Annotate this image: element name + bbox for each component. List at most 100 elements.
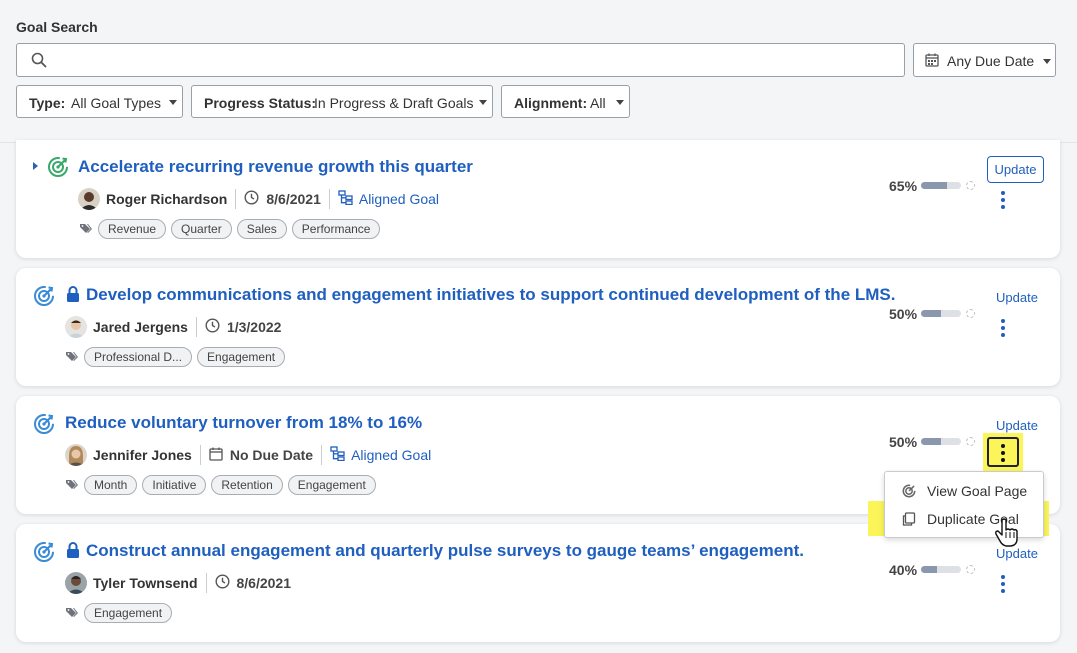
progress-bar xyxy=(921,310,961,317)
progress-status-filter-value: In Progress & Draft Goals xyxy=(314,95,474,111)
aligned-goal-link[interactable]: Aligned Goal xyxy=(359,191,439,207)
tag[interactable]: Revenue xyxy=(98,219,167,239)
goal-due-date: 1/3/2022 xyxy=(226,319,282,335)
goal-card: Accelerate recurring revenue growth this… xyxy=(16,140,1060,258)
type-filter-value: All Goal Types xyxy=(71,95,162,111)
avatar xyxy=(78,188,100,210)
goal-actions-menu: View Goal Page Duplicate Goal xyxy=(884,471,1044,538)
goal-search-panel: Goal Search Any Due Date Type: All Goal … xyxy=(0,0,1077,143)
tag[interactable]: Month xyxy=(84,475,138,495)
goal-owner[interactable]: Roger Richardson xyxy=(106,191,227,207)
duplicate-icon xyxy=(902,512,916,529)
progress-bar-fill xyxy=(921,566,937,573)
progress-bar-fill xyxy=(921,438,941,445)
chevron-down-icon xyxy=(479,100,487,105)
search-box[interactable] xyxy=(16,43,905,77)
divider xyxy=(235,189,237,209)
clock-icon xyxy=(244,190,259,208)
loading-spinner-icon xyxy=(966,181,975,190)
progress-percent: 65% xyxy=(889,178,918,194)
goal-target-icon xyxy=(902,484,916,501)
goal-meta: Jared Jergens 1/3/2022 xyxy=(65,315,281,339)
progress-status-filter[interactable]: Progress Status: In Progress & Draft Goa… xyxy=(191,85,493,118)
lock-icon xyxy=(66,286,80,302)
goal-title[interactable]: Develop communications and engagement in… xyxy=(86,285,895,305)
aligned-goal-link[interactable]: Aligned Goal xyxy=(351,447,431,463)
type-filter-label: Type: xyxy=(29,95,66,111)
tag[interactable]: Professional D... xyxy=(84,347,193,367)
update-button[interactable]: Update xyxy=(987,156,1044,183)
update-link[interactable]: Update xyxy=(996,418,1038,433)
progress-status-filter-label: Progress Status: xyxy=(204,95,317,111)
tag[interactable]: Engagement xyxy=(287,475,376,495)
goal-due-date: 8/6/2021 xyxy=(266,191,321,207)
avatar xyxy=(65,316,87,338)
more-options-button[interactable] xyxy=(987,437,1019,467)
update-link[interactable]: Update xyxy=(996,290,1038,305)
loading-spinner-icon xyxy=(966,437,975,446)
completed-goal-icon xyxy=(47,156,69,178)
goal-tags: Professional D... Engagement xyxy=(66,347,290,367)
search-title: Goal Search xyxy=(16,19,98,35)
divider xyxy=(199,445,201,465)
loading-spinner-icon xyxy=(966,565,975,574)
menu-item-view-goal-page[interactable]: View Goal Page xyxy=(885,477,1043,505)
chevron-down-icon xyxy=(616,100,624,105)
divider xyxy=(195,317,197,337)
goal-title[interactable]: Accelerate recurring revenue growth this… xyxy=(78,157,473,177)
tag-icon xyxy=(66,604,78,622)
goal-card: Develop communications and engagement in… xyxy=(16,268,1060,386)
goal-tags: Engagement xyxy=(66,603,177,623)
tag[interactable]: Initiative xyxy=(142,475,207,495)
tag-icon xyxy=(66,476,78,494)
chevron-down-icon xyxy=(169,100,177,105)
more-options-icon[interactable] xyxy=(998,443,1008,462)
alignment-tree-icon xyxy=(330,446,345,464)
alignment-filter-value: All xyxy=(590,95,606,111)
due-date-value: Any Due Date xyxy=(947,53,1035,69)
goal-card: Construct annual engagement and quarterl… xyxy=(16,524,1060,642)
progress-bar xyxy=(921,566,961,573)
search-input[interactable] xyxy=(57,44,897,76)
goal-due-date: 8/6/2021 xyxy=(236,575,292,591)
clock-icon xyxy=(214,574,230,592)
tag[interactable]: Performance xyxy=(291,219,381,239)
goal-title[interactable]: Reduce voluntary turnover from 18% to 16… xyxy=(65,413,422,433)
goal-target-icon xyxy=(33,541,55,563)
goal-due-date: No Due Date xyxy=(229,447,314,463)
goal-owner[interactable]: Tyler Townsend xyxy=(93,575,198,591)
avatar xyxy=(65,572,87,594)
divider xyxy=(328,189,330,209)
calendar-icon xyxy=(925,53,939,70)
tag[interactable]: Retention xyxy=(211,475,283,495)
tag[interactable]: Sales xyxy=(236,219,287,239)
progress-bar-fill xyxy=(921,182,947,189)
goal-meta: Roger Richardson 8/6/2021 Aligned Goal xyxy=(78,187,439,211)
progress-percent: 50% xyxy=(889,306,918,322)
goal-owner[interactable]: Jared Jergens xyxy=(93,319,188,335)
alignment-filter-label: Alignment: xyxy=(514,95,588,111)
tag[interactable]: Engagement xyxy=(197,347,286,367)
type-filter[interactable]: Type: All Goal Types xyxy=(16,85,183,118)
expand-caret-icon[interactable] xyxy=(33,162,38,170)
due-date-dropdown[interactable]: Any Due Date xyxy=(913,43,1056,77)
progress-percent: 50% xyxy=(889,434,918,450)
alignment-tree-icon xyxy=(338,190,353,208)
goal-target-icon xyxy=(33,413,55,435)
progress-bar-fill xyxy=(921,310,941,317)
goal-title[interactable]: Construct annual engagement and quarterl… xyxy=(86,541,804,561)
goal-meta: Tyler Townsend 8/6/2021 xyxy=(65,571,291,595)
tag[interactable]: Quarter xyxy=(171,219,232,239)
alignment-filter[interactable]: Alignment: All xyxy=(501,85,630,118)
goal-owner[interactable]: Jennifer Jones xyxy=(93,447,192,463)
goal-tags: Revenue Quarter Sales Performance xyxy=(80,219,385,239)
more-options-icon[interactable] xyxy=(998,574,1008,593)
hand-cursor-icon xyxy=(994,518,1020,553)
tag-icon xyxy=(80,220,92,238)
tag-icon xyxy=(66,348,78,366)
more-options-icon[interactable] xyxy=(998,318,1008,337)
menu-item-label: View Goal Page xyxy=(927,483,1028,499)
tag[interactable]: Engagement xyxy=(84,603,173,623)
search-icon xyxy=(31,52,47,73)
more-options-icon[interactable] xyxy=(998,190,1008,209)
